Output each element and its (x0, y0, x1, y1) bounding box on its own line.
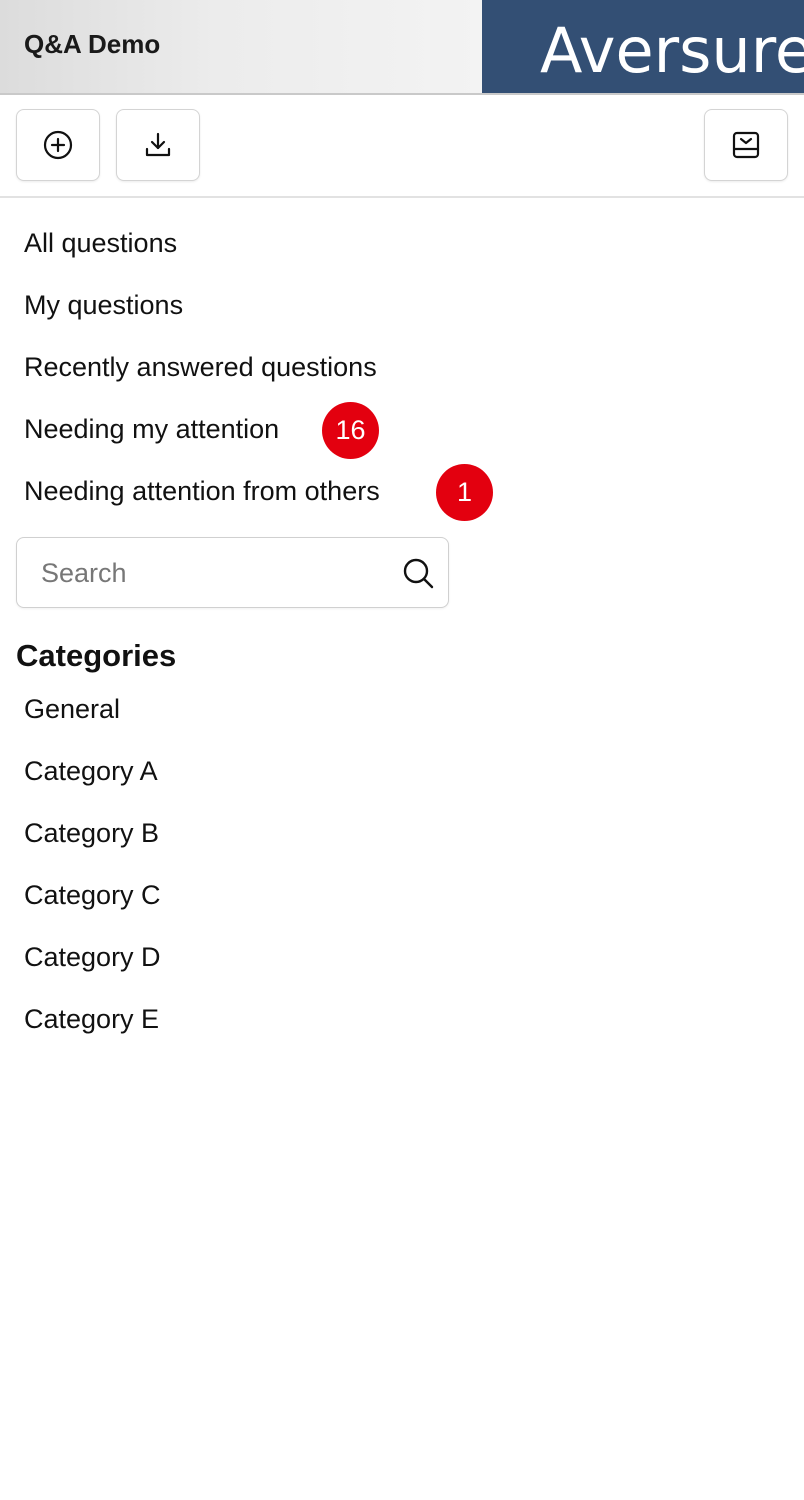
category-item[interactable]: General (24, 694, 120, 725)
nav-needing-my-attention[interactable]: Needing my attention (24, 414, 279, 445)
header-title-area: Q&A Demo (0, 0, 482, 93)
toolbar (0, 95, 804, 198)
nav-needing-attention-others[interactable]: Needing attention from others (24, 476, 380, 507)
count-badge: 1 (436, 464, 493, 521)
search-input[interactable] (41, 554, 381, 592)
search-icon (403, 558, 434, 589)
brand-logo-text: Aversure (540, 14, 804, 87)
search-box (16, 537, 449, 608)
nav-my-questions[interactable]: My questions (24, 290, 183, 321)
add-question-button[interactable] (16, 109, 100, 181)
search-button[interactable] (401, 556, 435, 590)
category-item[interactable]: Category D (24, 942, 161, 973)
nav-recently-answered[interactable]: Recently answered questions (24, 352, 377, 383)
collapse-panel-icon (732, 131, 760, 159)
download-button[interactable] (116, 109, 200, 181)
category-item[interactable]: Category E (24, 1004, 159, 1035)
category-item[interactable]: Category A (24, 756, 158, 787)
download-icon (145, 132, 171, 157)
categories-heading: Categories (16, 638, 177, 673)
nav-all-questions[interactable]: All questions (24, 228, 177, 259)
category-item[interactable]: Category C (24, 880, 161, 911)
category-item[interactable]: Category B (24, 818, 159, 849)
add-circle-icon (43, 130, 73, 160)
toggle-panel-button[interactable] (704, 109, 788, 181)
app-title: Q&A Demo (24, 29, 161, 59)
app-header: Q&A Demo Aversure (0, 0, 804, 95)
count-badge: 16 (322, 402, 379, 459)
